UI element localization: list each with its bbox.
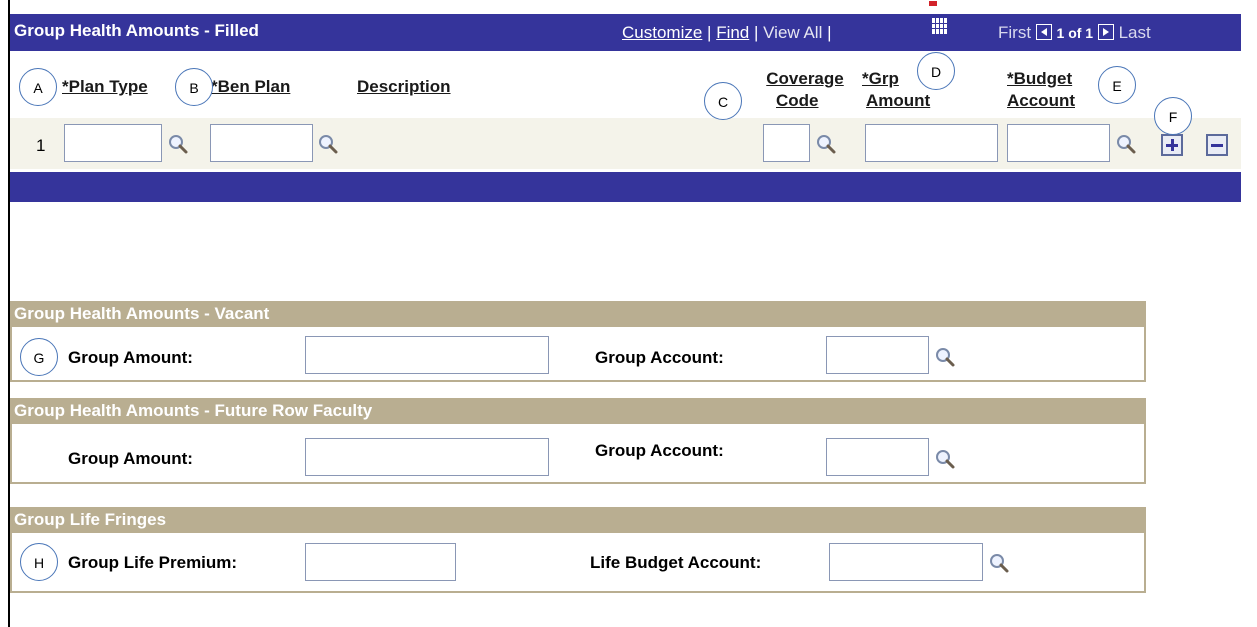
marker-c: C <box>704 82 742 120</box>
col-budget-line1: *Budget <box>1007 69 1073 88</box>
row-number: 1 <box>36 136 46 155</box>
grid-pager: First 1 of 1 Last <box>998 23 1151 43</box>
future-group-account-input[interactable] <box>826 438 929 476</box>
life-section-title: Group Life Fringes <box>12 509 1144 533</box>
vacant-group-account-label: Group Account: <box>595 348 724 367</box>
future-section: Group Health Amounts - Future Row Facult… <box>10 398 1146 484</box>
grid-header: Group Health Amounts - Filled Customize … <box>10 14 1241 51</box>
group-life-premium-label: Group Life Premium: <box>68 553 238 572</box>
search-icon[interactable] <box>317 133 339 155</box>
col-description[interactable]: Description <box>357 76 451 98</box>
col-coverage-line2: Code <box>776 91 819 110</box>
marker-e: E <box>1098 66 1136 104</box>
marker-g: G <box>20 338 58 376</box>
marker-b: B <box>175 68 213 106</box>
search-icon[interactable] <box>167 133 189 155</box>
next-arrow-icon[interactable] <box>1097 24 1114 40</box>
marker-f: F <box>1154 97 1192 135</box>
customize-link[interactable]: Customize <box>622 23 702 42</box>
grid-icon-accent <box>929 1 937 6</box>
marker-d: D <box>917 52 955 90</box>
vacant-group-amount-input[interactable] <box>305 336 549 374</box>
col-budget-line2: Account <box>1007 91 1075 110</box>
search-icon[interactable] <box>988 552 1010 574</box>
view-all-link[interactable]: View All <box>763 23 822 42</box>
vacant-group-account-input[interactable] <box>826 336 929 374</box>
vacant-section-title: Group Health Amounts - Vacant <box>12 303 1144 327</box>
future-group-amount-label: Group Amount: <box>68 449 193 468</box>
vacant-group-amount-label: Group Amount: <box>68 348 193 367</box>
search-icon[interactable] <box>1115 133 1137 155</box>
grp-amount-input[interactable] <box>865 124 998 162</box>
grid-nav: Customize | Find | View All | <box>622 23 832 43</box>
col-plan-type[interactable]: *Plan Type <box>62 76 148 98</box>
search-icon[interactable] <box>934 346 956 368</box>
life-budget-account-label: Life Budget Account: <box>590 553 762 572</box>
vacant-section: Group Health Amounts - Vacant <box>10 301 1146 382</box>
add-row-button[interactable] <box>1161 134 1183 156</box>
col-ben-plan[interactable]: *Ben Plan <box>211 76 290 98</box>
separator: | <box>702 23 717 42</box>
find-link[interactable]: Find <box>716 23 749 42</box>
delete-row-button[interactable] <box>1206 134 1228 156</box>
col-grp-line2: Amount <box>866 91 931 110</box>
coverage-code-input[interactable] <box>763 124 810 162</box>
row-count: 1 of 1 <box>1056 25 1094 41</box>
first-link[interactable]: First <box>998 23 1031 42</box>
col-budget-account[interactable]: *Budget Account <box>1007 68 1107 112</box>
col-coverage-code[interactable]: Coverage Code <box>750 68 860 112</box>
previous-arrow-icon[interactable] <box>1035 24 1052 40</box>
budget-account-input[interactable] <box>1007 124 1110 162</box>
future-group-account-label: Group Account: <box>595 441 724 460</box>
separator: | <box>822 23 832 42</box>
search-icon[interactable] <box>815 133 837 155</box>
ben-plan-input[interactable] <box>210 124 313 162</box>
grid-title: Group Health Amounts - Filled <box>14 21 259 40</box>
grid-download-icon[interactable] <box>932 18 948 34</box>
group-life-premium-input[interactable] <box>305 543 456 581</box>
grid-footer-bar <box>10 172 1241 202</box>
future-group-amount-input[interactable] <box>305 438 549 476</box>
col-coverage-line1: Coverage <box>766 69 844 88</box>
separator: | <box>749 23 764 42</box>
future-section-title: Group Health Amounts - Future Row Facult… <box>12 400 1144 424</box>
search-icon[interactable] <box>934 448 956 470</box>
last-link[interactable]: Last <box>1119 23 1151 42</box>
marker-a: A <box>19 68 57 106</box>
plan-type-input[interactable] <box>64 124 162 162</box>
marker-h: H <box>20 543 58 581</box>
life-budget-account-input[interactable] <box>829 543 983 581</box>
